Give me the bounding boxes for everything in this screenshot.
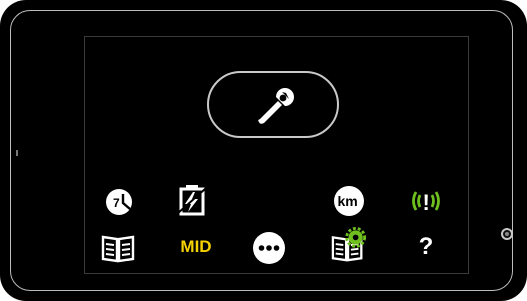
km-label: km xyxy=(338,193,358,209)
more-options-icon[interactable] xyxy=(251,230,287,266)
gear-icon xyxy=(345,227,367,248)
settings-button[interactable] xyxy=(207,71,339,138)
manual-book-icon[interactable] xyxy=(100,230,136,266)
km-icon[interactable]: km xyxy=(331,183,367,219)
help-button[interactable]: ? xyxy=(414,232,438,262)
clock-icon[interactable]: 7 xyxy=(102,184,138,220)
device-frame: 7 km ! MID ? xyxy=(0,0,527,301)
warning-mark: ! xyxy=(423,190,430,215)
wrench-icon xyxy=(258,88,294,124)
book-settings-icon[interactable] xyxy=(331,227,367,263)
sensor-warning-icon[interactable]: ! xyxy=(408,183,444,219)
side-notch xyxy=(16,150,18,156)
clock-digit: 7 xyxy=(113,196,120,210)
home-button[interactable] xyxy=(501,228,513,240)
mid-button[interactable]: MID xyxy=(174,235,218,259)
battery-flash-icon[interactable] xyxy=(173,183,209,219)
